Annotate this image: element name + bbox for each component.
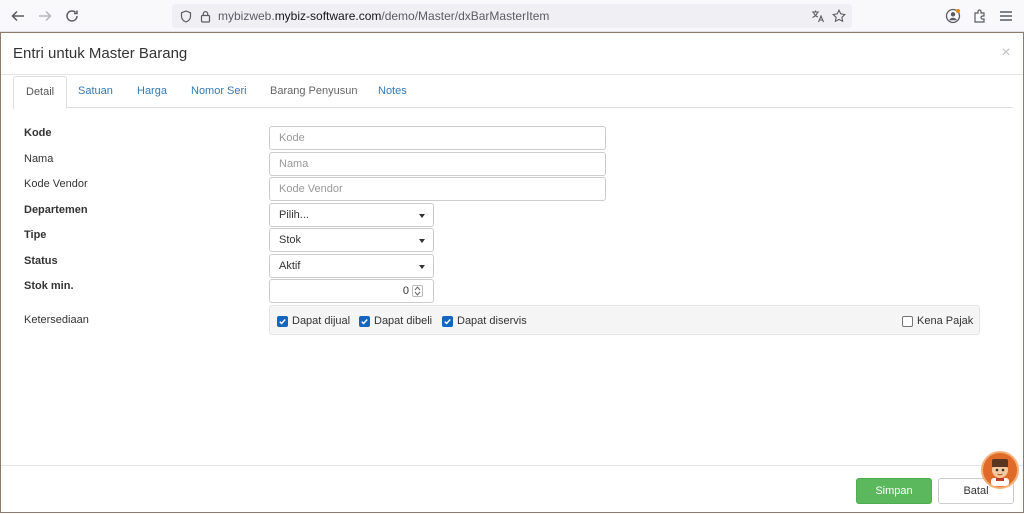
master-barang-modal: Entri untuk Master Barang × Detail Satua…	[0, 32, 1024, 513]
dapat-diservis-label: Dapat diservis	[457, 315, 527, 327]
shield-icon[interactable]	[178, 8, 194, 24]
close-icon[interactable]: ×	[1000, 43, 1012, 63]
nama-label: Nama	[24, 153, 54, 165]
stok-min-stepper[interactable]: 0	[269, 279, 434, 303]
tab-satuan[interactable]: Satuan	[66, 76, 125, 108]
kode-label: Kode	[24, 127, 52, 139]
stok-min-label: Stok min.	[24, 280, 74, 292]
modal-title: Entri untuk Master Barang	[13, 45, 188, 62]
dapat-dibeli-checkbox[interactable]: Dapat dibeli	[359, 315, 432, 327]
status-value: Aktif	[279, 260, 301, 272]
dapat-dijual-checkbox[interactable]: Dapat dijual	[277, 315, 350, 327]
tipe-value: Stok	[279, 234, 302, 246]
departemen-label: Departemen	[24, 204, 88, 216]
caret-down-icon	[419, 265, 425, 269]
back-arrow-icon[interactable]	[9, 7, 27, 25]
ketersediaan-label: Ketersediaan	[24, 314, 89, 326]
tab-notes[interactable]: Notes	[366, 76, 419, 108]
tab-barang-penyusun[interactable]: Barang Penyusun	[258, 76, 369, 108]
account-icon[interactable]	[944, 7, 962, 25]
nama-input[interactable]	[269, 152, 606, 176]
caret-down-icon	[419, 214, 425, 218]
kena-pajak-label: Kena Pajak	[917, 315, 974, 327]
departemen-value: Pilih...	[279, 209, 309, 221]
tab-detail[interactable]: Detail	[13, 76, 68, 109]
checkbox-checked-icon	[359, 315, 370, 327]
modal-header: Entri untuk Master Barang ×	[1, 33, 1023, 75]
checkbox-unchecked-icon	[902, 315, 913, 327]
tab-nomor-seri[interactable]: Nomor Seri	[179, 76, 259, 108]
checkbox-checked-icon	[442, 315, 453, 327]
modal-footer: Simpan Batal	[1, 465, 1023, 514]
checkbox-checked-icon	[277, 315, 288, 327]
kode-vendor-input[interactable]	[269, 177, 606, 201]
extensions-icon[interactable]	[971, 7, 989, 25]
caret-down-icon	[419, 239, 425, 243]
tipe-select[interactable]: Stok	[269, 228, 434, 252]
tab-bar: Detail Satuan Harga Nomor Seri Barang Pe…	[13, 76, 1013, 109]
status-select[interactable]: Aktif	[269, 254, 434, 278]
url-bar[interactable]: mybizweb.mybiz-software.com/demo/Master/…	[172, 4, 852, 28]
kena-pajak-checkbox[interactable]: Kena Pajak	[902, 315, 973, 327]
browser-toolbar: mybizweb.mybiz-software.com/demo/Master/…	[0, 0, 1024, 32]
kode-vendor-label: Kode Vendor	[24, 178, 88, 190]
chat-mascot-icon[interactable]	[981, 451, 1019, 489]
ketersediaan-options: Dapat dijual Dapat dibeli Dapat diservis…	[269, 305, 980, 335]
menu-icon[interactable]	[997, 7, 1015, 25]
simpan-button[interactable]: Simpan	[856, 478, 932, 504]
reload-icon[interactable]	[63, 7, 81, 25]
forward-arrow-icon[interactable]	[36, 7, 54, 25]
dapat-dibeli-label: Dapat dibeli	[374, 315, 433, 327]
status-label: Status	[24, 255, 58, 267]
star-icon[interactable]	[831, 8, 847, 24]
translate-icon[interactable]	[810, 8, 826, 24]
tipe-label: Tipe	[24, 229, 47, 241]
departemen-select[interactable]: Pilih...	[269, 203, 434, 227]
lock-icon[interactable]	[197, 8, 213, 24]
dapat-diservis-checkbox[interactable]: Dapat diservis	[442, 315, 527, 327]
dapat-dijual-label: Dapat dijual	[292, 315, 351, 327]
stok-min-value: 0	[402, 285, 409, 297]
kode-input[interactable]	[269, 126, 606, 150]
url-text: mybizweb.mybiz-software.com/demo/Master/…	[218, 9, 550, 23]
spin-arrows-icon[interactable]	[412, 285, 423, 297]
tab-harga[interactable]: Harga	[125, 76, 179, 108]
